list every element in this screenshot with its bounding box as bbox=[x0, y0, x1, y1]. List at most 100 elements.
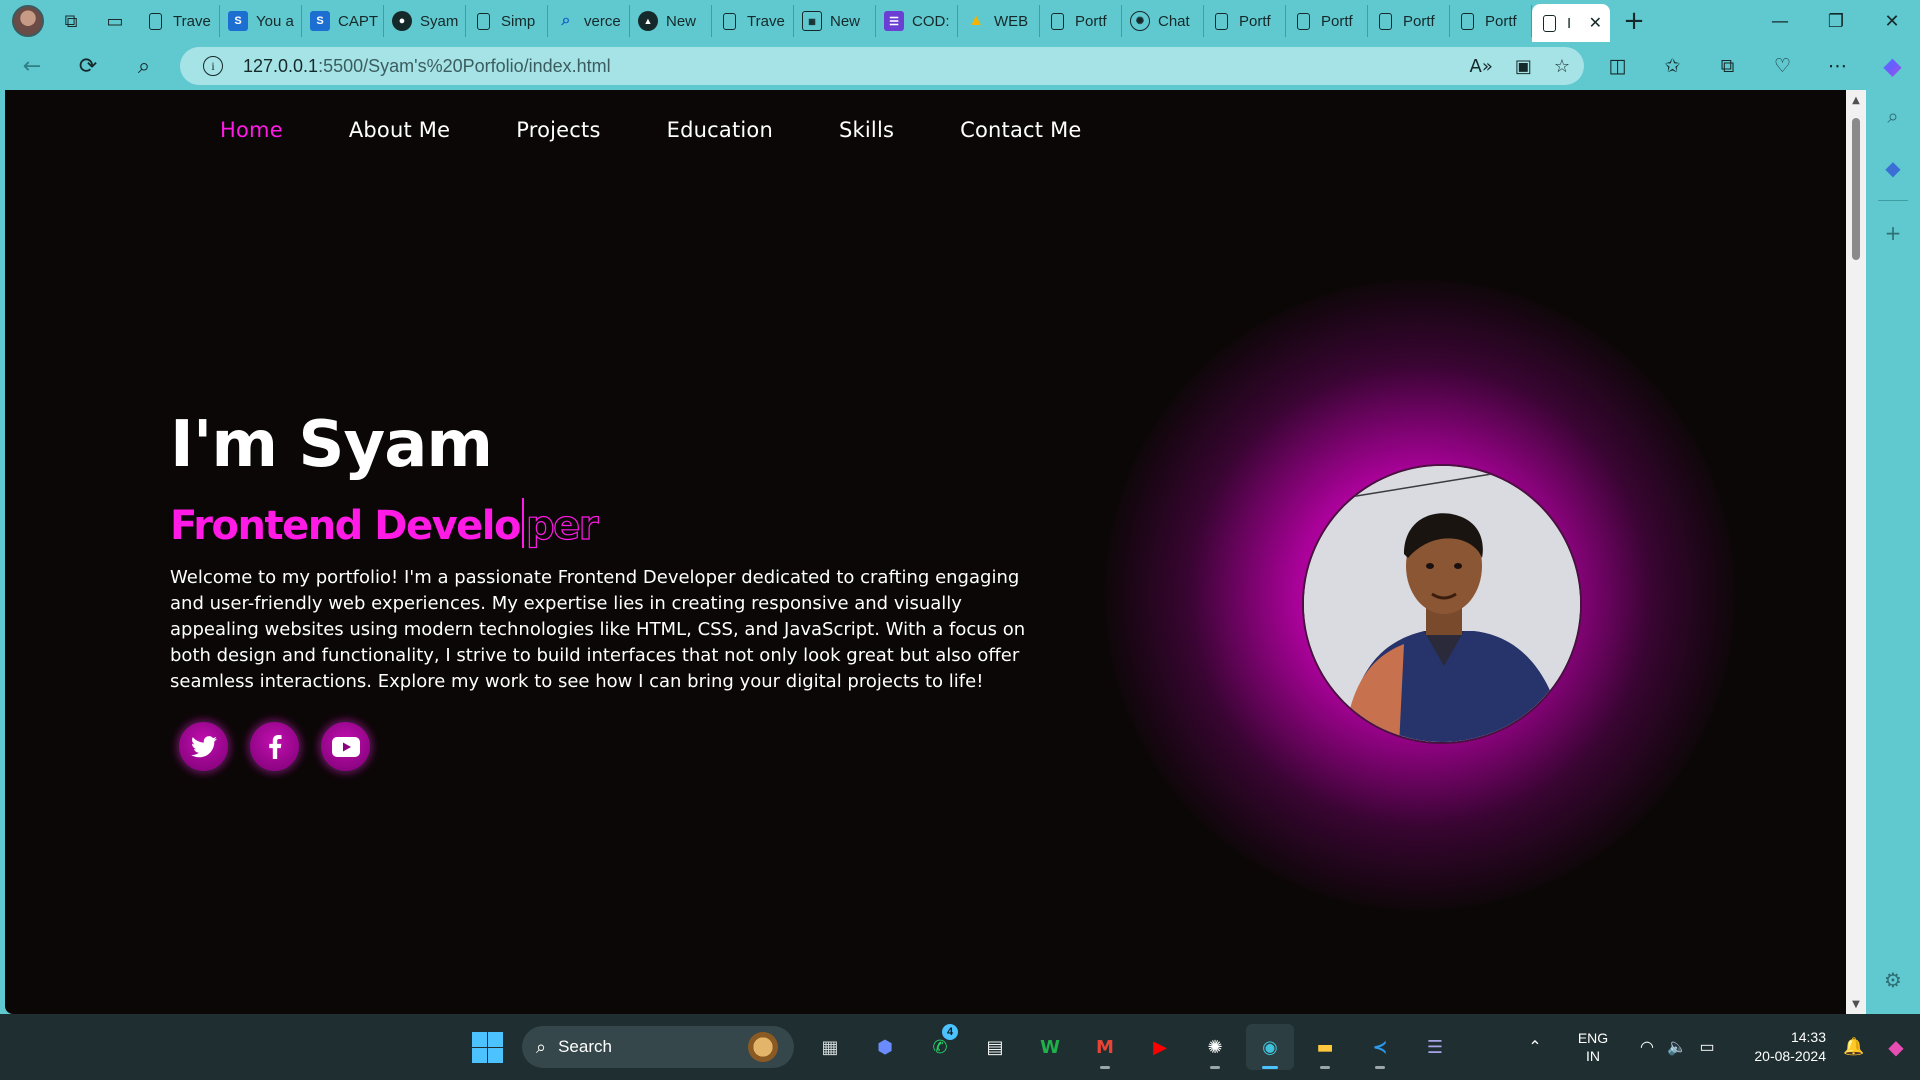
edge-browser-icon[interactable]: ◉ bbox=[1246, 1024, 1294, 1070]
facebook-icon bbox=[268, 734, 282, 759]
windows-logo-icon bbox=[472, 1032, 487, 1047]
copilot-app-icon[interactable]: ⬢ bbox=[861, 1024, 909, 1070]
browser-tab[interactable]: ✺ Chat bbox=[1122, 5, 1204, 37]
show-hidden-icons-icon[interactable]: ⌃ bbox=[1520, 1037, 1550, 1057]
favorites-icon[interactable]: ✩ bbox=[1645, 46, 1700, 86]
copilot-tray-icon[interactable]: ◆ bbox=[1872, 1035, 1920, 1060]
volume-icon[interactable]: 🔈 bbox=[1662, 1037, 1692, 1057]
sidebar-search-icon[interactable]: ⌕ bbox=[1866, 90, 1920, 142]
read-aloud-icon[interactable]: A» bbox=[1470, 56, 1493, 77]
tab-label: Portf bbox=[1485, 12, 1517, 30]
browser-tab[interactable]: ▦ New bbox=[794, 5, 876, 37]
start-button[interactable] bbox=[470, 1030, 504, 1064]
nav-contact-me[interactable]: Contact Me bbox=[960, 118, 1081, 142]
youtube-app-icon[interactable]: ▶ bbox=[1136, 1024, 1184, 1070]
page-scrollbar[interactable]: ▲ ▼ bbox=[1846, 90, 1866, 1014]
browser-tab[interactable]: Portf bbox=[1450, 5, 1532, 37]
workspaces-icon[interactable]: ⧉ bbox=[54, 4, 88, 38]
copilot-icon[interactable]: ◆ bbox=[1865, 46, 1920, 86]
social-links bbox=[177, 720, 372, 773]
eclipse-icon[interactable]: ☰ bbox=[1411, 1024, 1459, 1070]
browser-tab[interactable]: Portf bbox=[1040, 5, 1122, 37]
microsoft-store-icon[interactable]: ▤ bbox=[971, 1024, 1019, 1070]
back-button[interactable]: ← bbox=[8, 46, 56, 86]
refresh-button[interactable]: ⟳ bbox=[64, 46, 112, 86]
tab-label: Simp bbox=[501, 12, 536, 30]
wps-office-icon[interactable]: W bbox=[1026, 1024, 1074, 1070]
browser-tab[interactable]: Portf bbox=[1204, 5, 1286, 37]
sidebar-add-icon[interactable]: + bbox=[1866, 207, 1920, 259]
site-info-icon[interactable]: i bbox=[203, 56, 223, 76]
tab-label: Portf bbox=[1321, 12, 1353, 30]
scroll-thumb[interactable] bbox=[1852, 118, 1860, 260]
more-menu-icon[interactable]: ⋯ bbox=[1810, 46, 1865, 86]
active-tab[interactable]: I ✕ bbox=[1532, 4, 1610, 42]
language-indicator[interactable]: ENG IN bbox=[1568, 1029, 1618, 1065]
list-icon: ☰ bbox=[884, 11, 904, 31]
browser-tab[interactable]: Simp bbox=[466, 5, 548, 37]
facebook-button[interactable] bbox=[248, 720, 301, 773]
address-bar[interactable]: i 127.0.0.1:5500/Syam's%20Porfolio/index… bbox=[180, 47, 1584, 85]
youtube-icon bbox=[331, 736, 360, 757]
youtube-button[interactable] bbox=[319, 720, 372, 773]
chatgpt-icon[interactable]: ✺ bbox=[1191, 1024, 1239, 1070]
whatsapp-badge: 4 bbox=[942, 1024, 958, 1040]
nav-home[interactable]: Home bbox=[220, 118, 283, 142]
sidebar-shopping-icon[interactable]: ◆ bbox=[1866, 142, 1920, 194]
vscode-icon[interactable]: ≺ bbox=[1356, 1024, 1404, 1070]
task-view-icon[interactable]: ▦ bbox=[806, 1024, 854, 1070]
doc-icon bbox=[1461, 12, 1474, 30]
immersive-reader-icon[interactable]: ▣ bbox=[1515, 56, 1532, 77]
url-text[interactable]: 127.0.0.1:5500/Syam's%20Porfolio/index.h… bbox=[243, 56, 611, 77]
browser-tab[interactable]: S You a bbox=[220, 5, 302, 37]
battery-icon[interactable]: ▭ bbox=[1692, 1037, 1722, 1057]
file-explorer-icon[interactable]: ▬ bbox=[1301, 1024, 1349, 1070]
whatsapp-icon[interactable]: ✆ 4 bbox=[916, 1024, 964, 1070]
profile-avatar[interactable] bbox=[12, 5, 44, 37]
nav-projects[interactable]: Projects bbox=[516, 118, 600, 142]
favorite-star-icon[interactable]: ☆ bbox=[1554, 56, 1570, 77]
browser-tab[interactable]: Portf bbox=[1286, 5, 1368, 37]
taskbar-search[interactable]: ⌕ Search bbox=[522, 1026, 794, 1068]
browser-tab[interactable]: Portf bbox=[1368, 5, 1450, 37]
browser-tab[interactable]: ⌕ verce bbox=[548, 5, 630, 37]
new-tab-button[interactable]: + bbox=[1616, 5, 1652, 37]
split-screen-icon[interactable]: ◫ bbox=[1590, 46, 1645, 86]
browser-tab[interactable]: ● Syam bbox=[384, 5, 466, 37]
browser-tab[interactable]: ▲ WEB bbox=[958, 5, 1040, 37]
sidebar-settings-icon[interactable]: ⚙ bbox=[1866, 954, 1920, 1006]
close-window-button[interactable]: ✕ bbox=[1864, 0, 1920, 42]
edge-sidebar: ⌕ ◆ + ⚙ bbox=[1866, 90, 1920, 1014]
collections-icon[interactable]: ⧉ bbox=[1700, 46, 1755, 86]
close-tab-icon[interactable]: ✕ bbox=[1589, 13, 1602, 33]
triangle-icon: ▲ bbox=[638, 11, 658, 31]
nav-skills[interactable]: Skills bbox=[839, 118, 894, 142]
twitter-button[interactable] bbox=[177, 720, 230, 773]
page-viewport: Home About Me Projects Education Skills … bbox=[5, 90, 1846, 1014]
scroll-down-icon[interactable]: ▼ bbox=[1846, 994, 1866, 1014]
browser-tab[interactable]: S CAPT bbox=[302, 5, 384, 37]
twitter-icon bbox=[190, 735, 217, 757]
nav-education[interactable]: Education bbox=[667, 118, 773, 142]
role-remaining-text: per bbox=[525, 502, 599, 549]
browser-tab[interactable]: ☰ COD: bbox=[876, 5, 958, 37]
tab-actions-icon[interactable]: ▭ bbox=[98, 4, 132, 38]
wifi-icon[interactable]: ◠ bbox=[1632, 1037, 1662, 1057]
window-controls: — ❐ ✕ bbox=[1752, 0, 1920, 42]
scroll-up-icon[interactable]: ▲ bbox=[1846, 90, 1866, 110]
nav-about-me[interactable]: About Me bbox=[349, 118, 450, 142]
browser-tab[interactable]: Trave bbox=[138, 5, 220, 37]
s-icon: S bbox=[228, 11, 248, 31]
browser-essentials-icon[interactable]: ♡ bbox=[1755, 46, 1810, 86]
search-icon[interactable]: ⌕ bbox=[120, 46, 168, 86]
clock[interactable]: 14:33 20-08-2024 bbox=[1736, 1028, 1826, 1066]
minimize-button[interactable]: — bbox=[1752, 0, 1808, 42]
browser-tab[interactable]: ▲ New bbox=[630, 5, 712, 37]
browser-tab[interactable]: Trave bbox=[712, 5, 794, 37]
gmail-icon[interactable]: M bbox=[1081, 1024, 1129, 1070]
profile-photo bbox=[1302, 464, 1582, 744]
search-icon: ⌕ bbox=[536, 1036, 547, 1058]
restore-button[interactable]: ❐ bbox=[1808, 0, 1864, 42]
notifications-bell-icon[interactable]: 🔔 bbox=[1836, 1037, 1872, 1057]
doc-icon bbox=[1379, 12, 1392, 30]
